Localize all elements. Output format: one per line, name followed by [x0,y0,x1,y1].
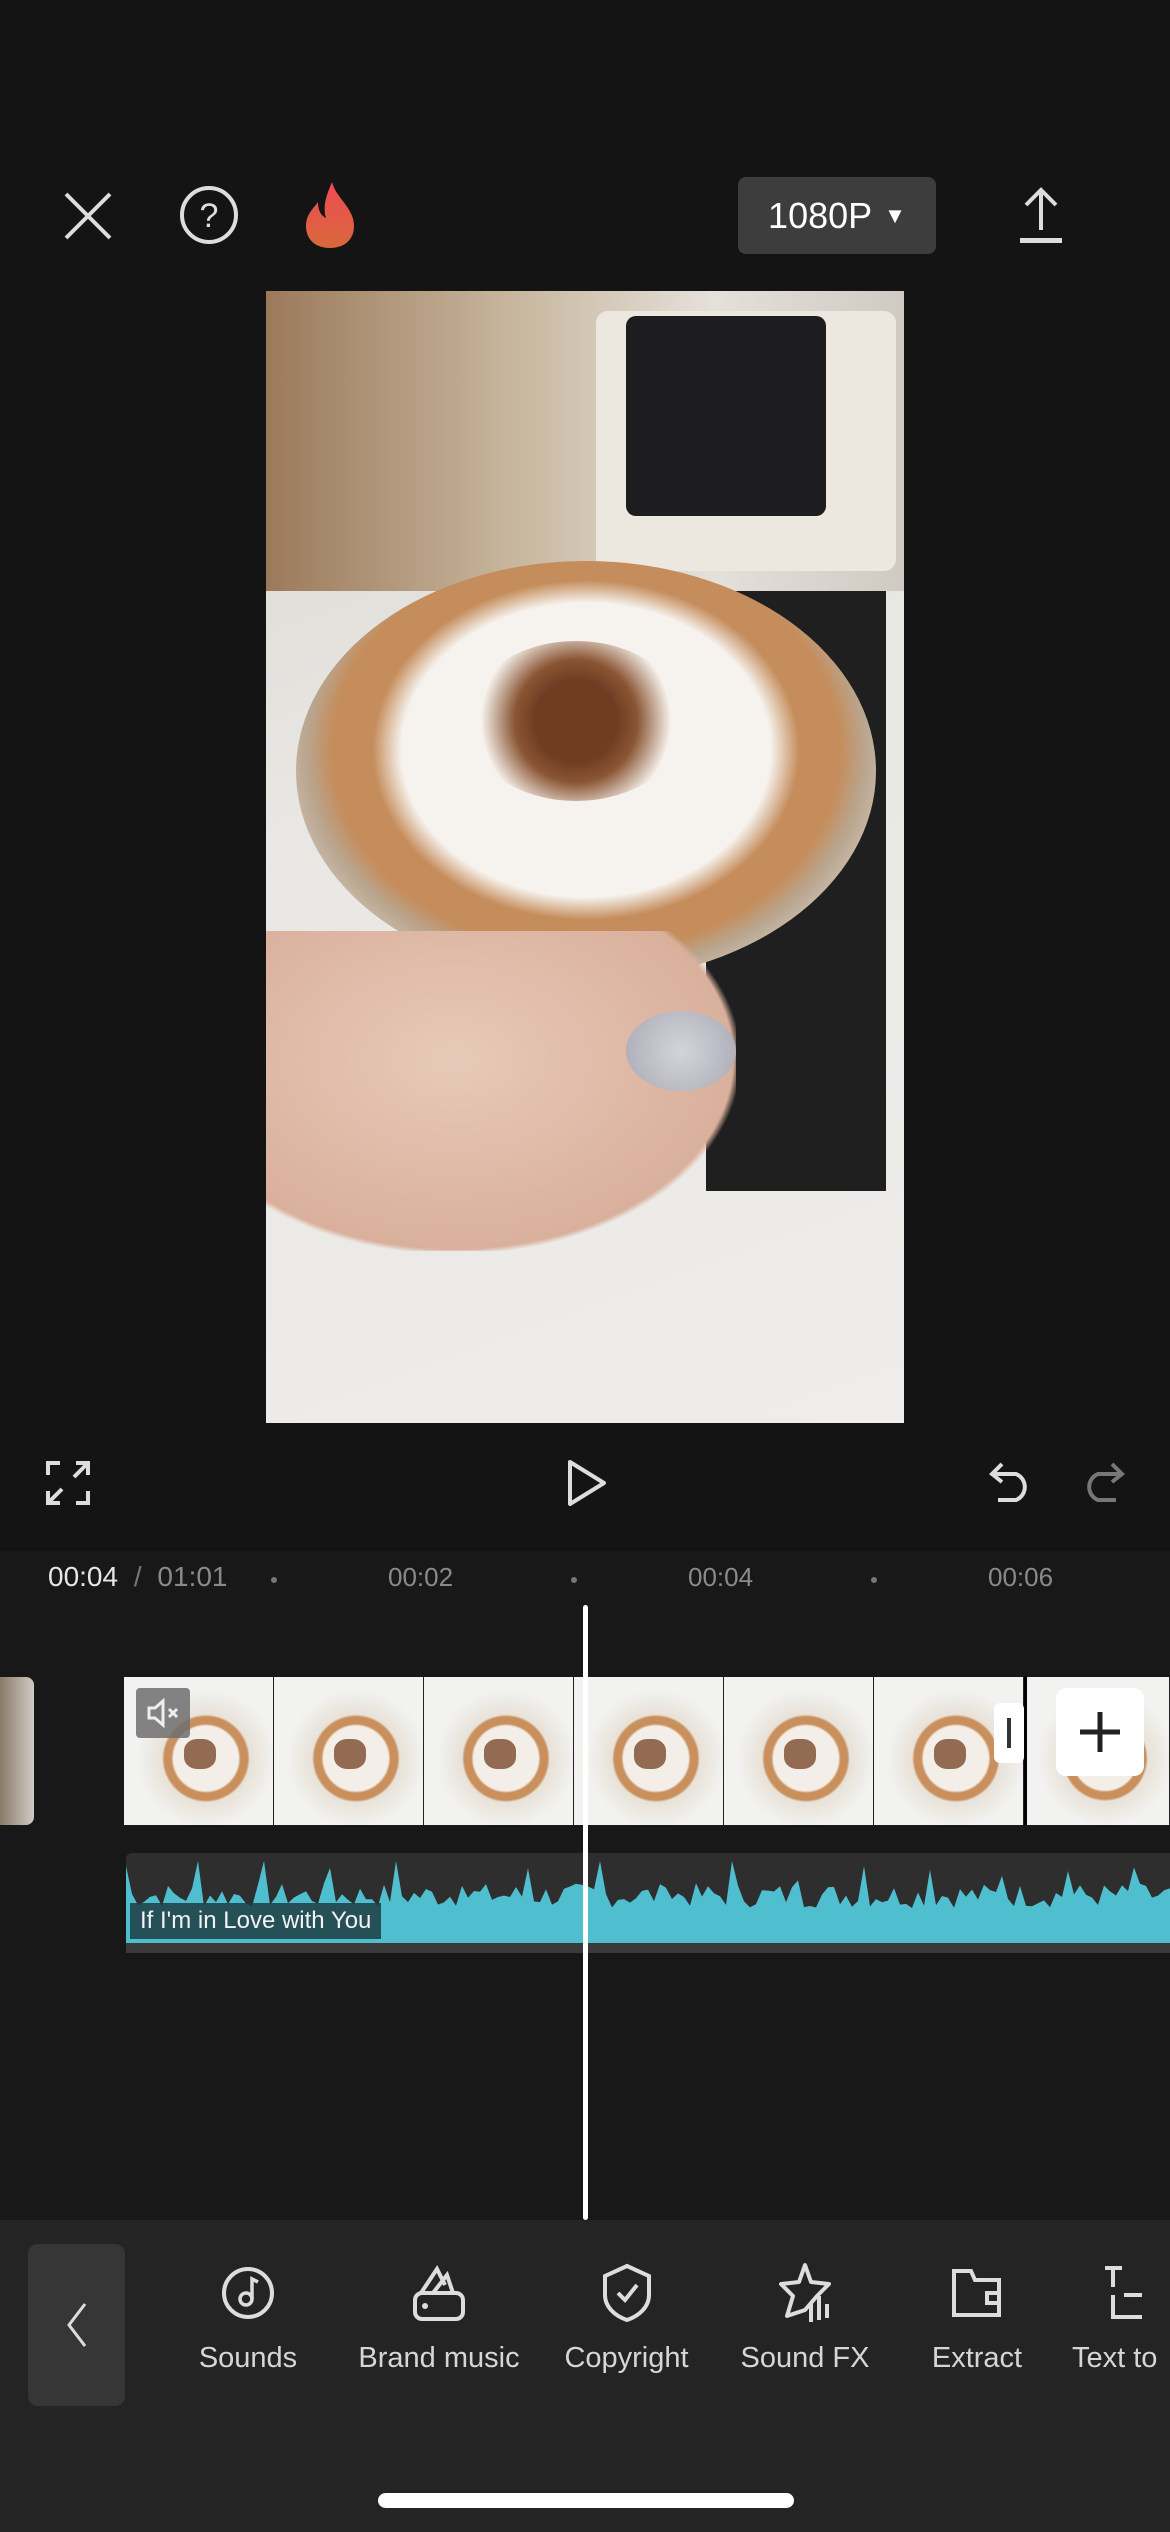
current-time: 00:04 [48,1561,119,1592]
toolbar-scroll-strip[interactable]: Sounds Brand music Copyright Sound FX Ex… [153,2258,1170,2388]
svg-text:?: ? [200,197,219,235]
tool-label: Sound FX [740,2342,870,2374]
clip-frame [274,1677,424,1825]
total-time: 01:01 [157,1561,228,1592]
tool-label: Copyright [564,2342,689,2374]
tool-label: Brand music [358,2342,520,2374]
brand-music-icon [343,2258,535,2328]
star-sound-icon [718,2258,892,2328]
fullscreen-icon[interactable] [46,1461,90,1505]
tick-dot [571,1577,577,1583]
resolution-value: 1080P [768,194,873,236]
tool-brand-music[interactable]: Brand music [343,2258,535,2388]
tool-copyright[interactable]: Copyright [535,2258,718,2388]
audio-track-title: If I'm in Love with You [130,1903,382,1939]
playhead[interactable] [583,1605,588,2220]
text-to-audio-icon [1072,2258,1170,2328]
tick-dot [271,1577,277,1583]
plus-icon [1080,1712,1120,1752]
tick-label: 00:06 [988,1562,1054,1592]
caret-down-icon: ▼ [884,202,906,228]
upload-icon[interactable] [1018,186,1064,244]
tick-dot [871,1577,877,1583]
tool-sounds[interactable]: Sounds [153,2258,343,2388]
audio-track[interactable]: If I'm in Love with You [126,1853,1170,1953]
tick-label: 00:04 [688,1562,754,1592]
time-separator: / [133,1561,142,1592]
shield-check-icon [535,2258,718,2328]
resolution-dropdown[interactable]: 1080P ▼ [738,177,936,254]
tick-label: 00:02 [388,1562,454,1592]
video-preview[interactable] [266,291,904,1423]
help-icon[interactable]: ? [178,184,240,246]
tool-sound-fx[interactable]: Sound FX [718,2258,892,2388]
tool-extract[interactable]: Extract [892,2258,1062,2388]
time-readout: 00:04 / 01:01 [48,1561,228,1593]
close-icon[interactable] [62,190,114,242]
tool-label: Text to [1072,2342,1158,2374]
clip-frame [424,1677,574,1825]
clip-frame [724,1677,874,1825]
play-icon[interactable] [566,1459,608,1507]
tool-text-to-audio[interactable]: Text to [1062,2258,1170,2388]
previous-clip[interactable] [0,1677,34,1825]
redo-icon [1080,1460,1126,1504]
mute-icon[interactable] [136,1688,190,1738]
music-disc-icon [153,2258,343,2328]
clip-frame [574,1677,724,1825]
chevron-left-icon [66,2303,86,2347]
undo-icon[interactable] [988,1460,1034,1504]
flame-icon[interactable] [302,180,358,250]
tool-label: Extract [931,2342,1023,2374]
folder-icon [892,2258,1062,2328]
add-clip-button[interactable] [1056,1688,1144,1776]
editor-screen: ? 1080P ▼ 00:04 / 01:01 00:02 00:04 00:0… [0,0,1170,2532]
tool-label: Sounds [198,2342,298,2374]
home-indicator [378,2493,794,2508]
audio-track-bottom [126,1943,1170,1953]
back-button[interactable] [28,2244,125,2406]
transition-button[interactable] [994,1703,1024,1763]
